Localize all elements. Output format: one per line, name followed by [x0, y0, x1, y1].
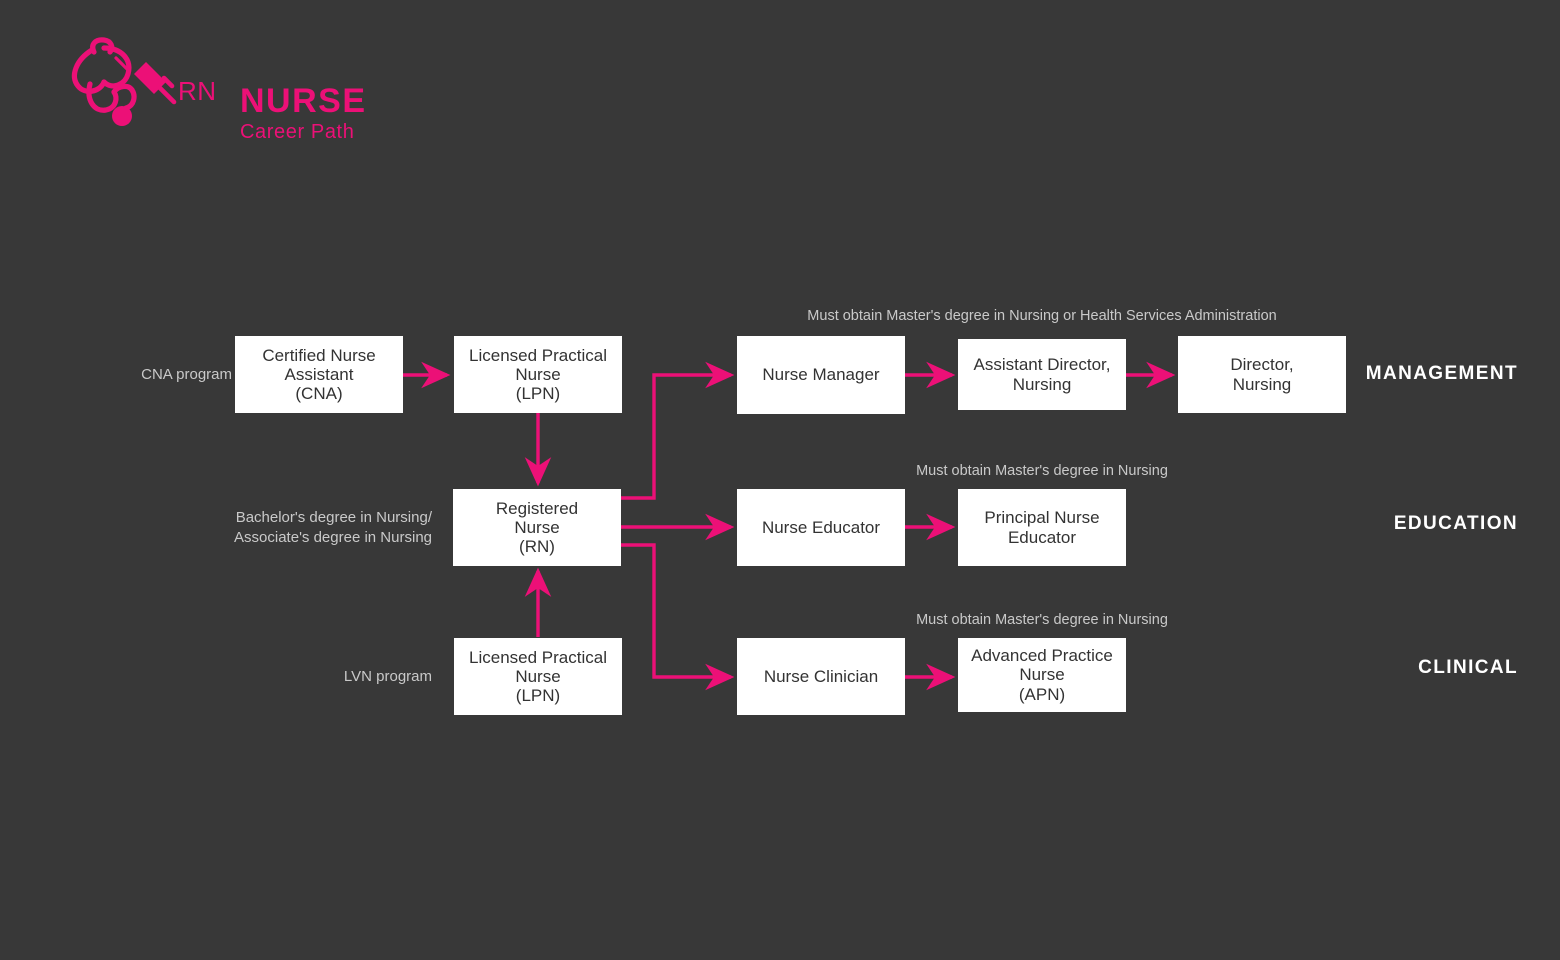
node-advanced-practice-nurse[interactable]: Advanced Practice Nurse (APN) [958, 638, 1126, 712]
track-label-management: MANAGEMENT [1365, 363, 1518, 384]
node-nurse-manager[interactable]: Nurse Manager [737, 336, 905, 414]
node-principal-nurse-educator[interactable]: Principal Nurse Educator [958, 489, 1126, 566]
node-assistant-director-nursing[interactable]: Assistant Director, Nursing [958, 339, 1126, 410]
node-licensed-practical-nurse-top[interactable]: Licensed Practical Nurse (LPN) [454, 336, 622, 413]
node-licensed-practical-nurse-bottom[interactable]: Licensed Practical Nurse (LPN) [454, 638, 622, 715]
logo-title: NURSE [240, 82, 367, 120]
caption-management: Must obtain Master's degree in Nursing o… [807, 308, 1277, 324]
label-degree-requirement: Bachelor's degree in Nursing/ Associate'… [234, 509, 432, 547]
label-lvn-program: LVN program [343, 668, 432, 685]
label-cna-program: CNA program [141, 366, 232, 383]
logo: RN NURSE Career Path [60, 34, 390, 144]
flow-connectors [403, 361, 1176, 691]
node-registered-nurse[interactable]: Registered Nurse (RN) [453, 489, 621, 566]
track-label-education: EDUCATION [1393, 513, 1518, 534]
logo-subtitle: Career Path [240, 121, 355, 143]
edge-rn-to-nurse-manager [620, 361, 735, 500]
node-nurse-clinician[interactable]: Nurse Clinician [737, 638, 905, 715]
caption-education: Must obtain Master's degree in Nursing [916, 463, 1168, 479]
node-nurse-educator[interactable]: Nurse Educator [737, 489, 905, 566]
stethoscope-syringe-icon [60, 34, 180, 139]
track-label-clinical: CLINICAL [1418, 657, 1518, 678]
node-certified-nurse-assistant[interactable]: Certified Nurse Assistant (CNA) [235, 336, 403, 413]
edge-rn-to-nurse-clinician [620, 543, 735, 691]
logo-rn-badge: RN [178, 76, 217, 106]
caption-clinical: Must obtain Master's degree in Nursing [916, 612, 1168, 628]
